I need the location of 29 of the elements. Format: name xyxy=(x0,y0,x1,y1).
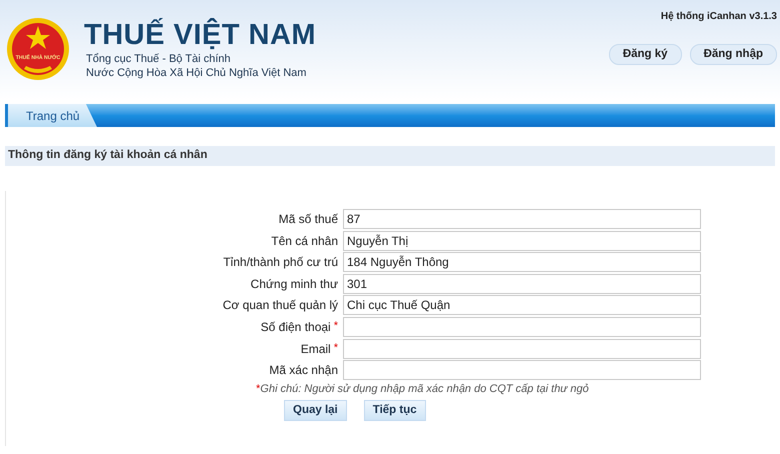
field-label: Tỉnh/thành phố cư trú xyxy=(223,254,338,272)
field-label: Tên cá nhân xyxy=(271,232,338,250)
subtitle-line: Nước Cộng Hòa Xã Hội Chủ Nghĩa Việt Nam xyxy=(86,66,308,80)
header-button[interactable]: Đăng ký xyxy=(608,44,682,65)
field-label: Email xyxy=(300,340,331,358)
input-field[interactable]: 301 xyxy=(343,274,701,294)
input-field[interactable]: Nguyễn Thị xyxy=(343,230,701,251)
nav-tab[interactable]: Trang chủ xyxy=(5,104,97,127)
field-label: Chứng minh thư xyxy=(250,276,338,293)
form-button[interactable]: Quay lại xyxy=(284,400,347,421)
input-field[interactable]: Chi cục Thuế Quận xyxy=(343,295,701,316)
field-label: Cơ quan thuế quản lý xyxy=(222,297,338,314)
field-label: Mã số thuế xyxy=(278,211,338,228)
required-mark: * xyxy=(334,340,338,356)
header-button[interactable]: Đăng nhập xyxy=(690,44,777,65)
required-mark: * xyxy=(334,318,338,334)
form-button[interactable]: Tiếp tục xyxy=(364,400,426,421)
input-field[interactable] xyxy=(343,316,701,337)
site-title: THUẾ VIỆT NAM xyxy=(84,18,316,52)
input-field[interactable]: 184 Nguyễn Thông xyxy=(343,252,701,272)
subtitle-line: Tổng cục Thuế - Bộ Tài chính xyxy=(86,52,232,66)
field-label: Mã xác nhận xyxy=(269,362,338,380)
note-text: *Ghi chú: Người sử dụng nhập mã xác nhận do CQT cấp tại thư ngỏ xyxy=(256,382,589,398)
input-field[interactable] xyxy=(343,338,701,359)
input-field[interactable]: 87 xyxy=(343,209,701,229)
system-version: Hệ thống iCanhan v3.1.3 xyxy=(660,10,777,24)
section-title: Thông tin đăng ký tài khoản cá nhân xyxy=(8,148,208,164)
field-label: Số điện thoại xyxy=(260,318,331,336)
input-field[interactable] xyxy=(343,360,701,380)
